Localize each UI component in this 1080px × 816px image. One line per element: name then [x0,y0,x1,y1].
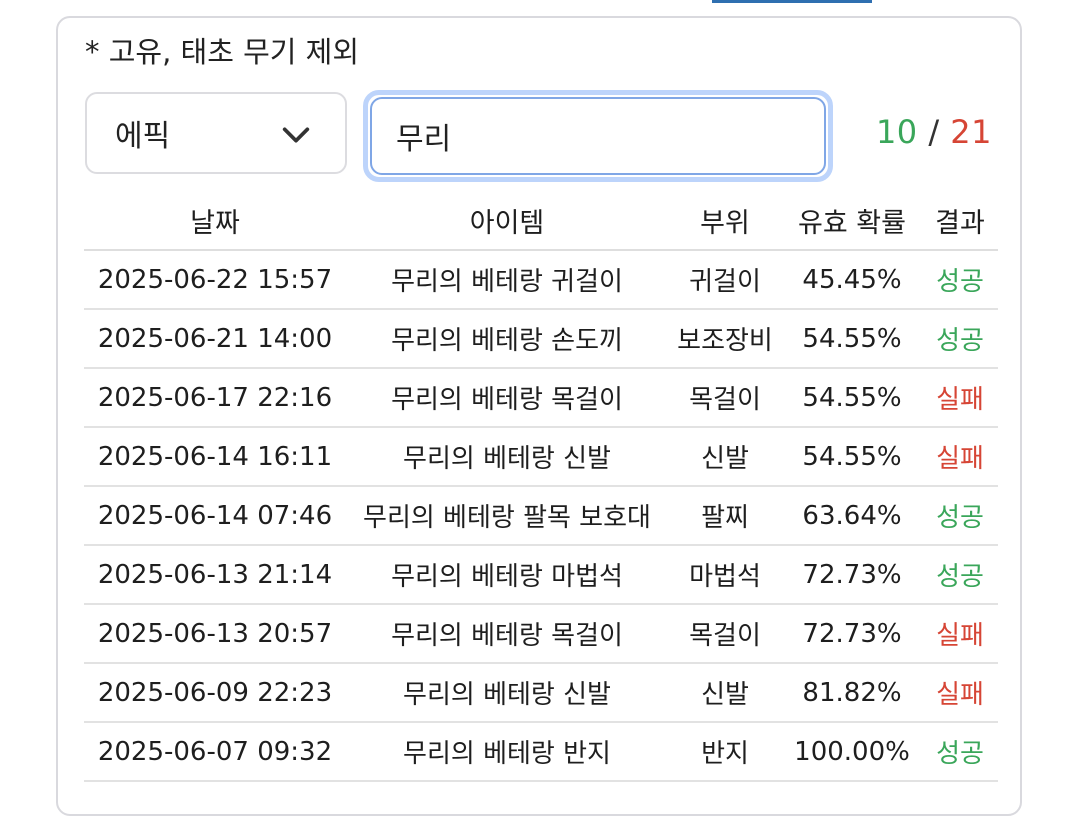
success-count: 10 [875,113,918,151]
row-date: 2025-06-14 16:11 [84,427,346,487]
counter-separator: / [928,113,940,151]
row-result: 실패 [922,604,998,664]
table-row: 2025-06-17 22:16 무리의 베테랑 목걸이 목걸이 54.55% … [84,368,998,428]
row-result: 실패 [922,368,998,428]
table-row: 2025-06-14 07:46 무리의 베테랑 팔목 보호대 팔찌 63.64… [84,486,998,546]
table-row: 2025-06-13 21:14 무리의 베테랑 마법석 마법석 72.73% … [84,545,998,605]
row-date: 2025-06-17 22:16 [84,368,346,428]
row-result: 성공 [922,722,998,782]
grade-select[interactable]: 에픽 [85,92,347,174]
header-date: 날짜 [84,192,346,251]
row-date: 2025-06-14 07:46 [84,486,346,546]
row-item: 무리의 베테랑 반지 [346,722,668,782]
history-table: 날짜 아이템 부위 유효 확률 결과 2025-06-22 15:57 무리의 … [84,192,998,782]
row-probability: 54.55% [782,368,922,428]
row-item: 무리의 베테랑 신발 [346,663,668,723]
top-edge-link-underline [712,0,872,3]
row-probability: 100.00% [782,722,922,782]
row-date: 2025-06-13 21:14 [84,545,346,605]
row-probability: 81.82% [782,663,922,723]
header-result: 결과 [922,192,998,251]
success-counter: 10 / 21 [876,112,992,152]
row-date: 2025-06-22 15:57 [84,250,346,310]
row-slot: 보조장비 [668,309,782,369]
table-row: 2025-06-22 15:57 무리의 베테랑 귀걸이 귀걸이 45.45% … [84,250,998,310]
row-item: 무리의 베테랑 목걸이 [346,604,668,664]
item-search-input[interactable] [370,97,826,175]
row-result: 성공 [922,309,998,369]
row-date: 2025-06-21 14:00 [84,309,346,369]
row-slot: 반지 [668,722,782,782]
row-slot: 목걸이 [668,368,782,428]
row-date: 2025-06-07 09:32 [84,722,346,782]
row-result: 성공 [922,545,998,605]
row-slot: 마법석 [668,545,782,605]
exclusion-note: * 고유, 태초 무기 제외 [85,35,360,69]
row-item: 무리의 베테랑 목걸이 [346,368,668,428]
row-slot: 귀걸이 [668,250,782,310]
row-probability: 54.55% [782,309,922,369]
header-slot: 부위 [668,192,782,251]
row-result: 실패 [922,427,998,487]
row-slot: 팔찌 [668,486,782,546]
row-date: 2025-06-13 20:57 [84,604,346,664]
row-result: 실패 [922,663,998,723]
search-focus-ring [363,90,833,182]
row-slot: 신발 [668,663,782,723]
row-item: 무리의 베테랑 귀걸이 [346,250,668,310]
row-result: 성공 [922,250,998,310]
grade-select-value: 에픽 [115,119,171,154]
row-probability: 72.73% [782,545,922,605]
table-row: 2025-06-14 16:11 무리의 베테랑 신발 신발 54.55% 실패 [84,427,998,487]
row-probability: 54.55% [782,427,922,487]
table-row: 2025-06-07 09:32 무리의 베테랑 반지 반지 100.00% 성… [84,722,998,782]
table-row: 2025-06-09 22:23 무리의 베테랑 신발 신발 81.82% 실패 [84,663,998,723]
chevron-down-icon [282,127,310,143]
row-item: 무리의 베테랑 마법석 [346,545,668,605]
table-header-row: 날짜 아이템 부위 유효 확률 결과 [84,192,998,251]
table-row: 2025-06-21 14:00 무리의 베테랑 손도끼 보조장비 54.55%… [84,309,998,369]
row-slot: 신발 [668,427,782,487]
total-count: 21 [950,113,992,151]
row-item: 무리의 베테랑 팔목 보호대 [346,486,668,546]
enchant-history-card: * 고유, 태초 무기 제외 에픽 10 / 21 날짜 아이템 부위 유효 확… [56,16,1022,816]
row-date: 2025-06-09 22:23 [84,663,346,723]
row-probability: 45.45% [782,250,922,310]
row-probability: 72.73% [782,604,922,664]
row-item: 무리의 베테랑 손도끼 [346,309,668,369]
row-result: 성공 [922,486,998,546]
header-probability: 유효 확률 [782,192,922,251]
row-slot: 목걸이 [668,604,782,664]
header-item: 아이템 [346,192,668,251]
table-row: 2025-06-13 20:57 무리의 베테랑 목걸이 목걸이 72.73% … [84,604,998,664]
row-item: 무리의 베테랑 신발 [346,427,668,487]
row-probability: 63.64% [782,486,922,546]
